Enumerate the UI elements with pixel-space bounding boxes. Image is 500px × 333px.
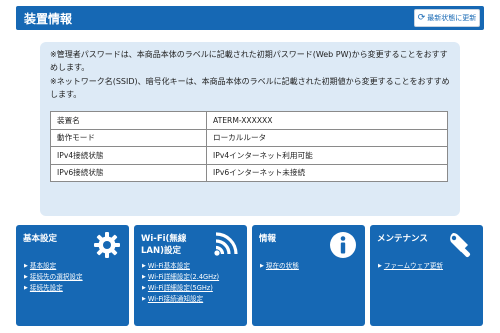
list-item[interactable]: ▶ 接続先の選択設定 [24,272,83,283]
ssid-note: ※ネットワーク名(SSID)、暗号化キーは、本商品本体のラベルに記載された初期値… [50,77,450,99]
list-item[interactable]: ▶ 基本設定 [24,261,83,272]
status-value: ATERM-XXXXXX [206,111,448,130]
info-icon [330,232,356,258]
link-current-status[interactable]: 現在の状態 [266,262,299,270]
list-item[interactable]: ▶ 現在の状態 [260,261,299,272]
wrench-icon [450,232,471,258]
status-table: 装置名 ATERM-XXXXXX 動作モード ローカルルータ IPv4接続状態 … [50,111,448,182]
status-value: IPv6インターネット未接続 [206,163,448,182]
tile-title: 基本設定 [23,234,58,244]
list-item[interactable]: ▶ Wi-Fi接続通知設定 [142,294,219,305]
gear-icon [94,232,120,258]
arrow-right-icon: ▶ [24,263,28,269]
arrow-right-icon: ▶ [142,263,146,269]
status-label: 装置名 [50,111,207,130]
tile-links: ▶ ファームウェア更新 [378,261,443,272]
arrow-right-icon: ▶ [24,274,28,280]
tile-title: 情報 [259,234,277,244]
tile-title: メンテナンス [377,234,428,244]
tile-maintenance: メンテナンス ▶ ファームウェア更新 [370,225,483,326]
info-panel: ※管理者パスワードは、本商品本体のラベルに記載された初期パスワード(Web PW… [40,42,460,216]
arrow-right-icon: ▶ [142,296,146,302]
status-label: IPv6接続状態 [50,163,207,182]
arrow-right-icon: ▶ [260,263,264,269]
refresh-button[interactable]: ⟳ 最新状態に更新 [414,9,480,27]
link-connection-settings[interactable]: 接続先設定 [30,284,63,292]
link-wifi-basic[interactable]: Wi-Fi基本設定 [148,262,190,270]
list-item[interactable]: ▶ Wi-Fi詳細設定(5GHz) [142,283,219,294]
list-item[interactable]: ▶ ファームウェア更新 [378,261,443,272]
link-firmware-update[interactable]: ファームウェア更新 [384,262,443,270]
arrow-right-icon: ▶ [24,285,28,291]
tile-basic-settings: 基本設定 ▶ 基本設定 ▶ 接続先の選択設定 ▶ 接続先設定 [16,225,129,326]
arrow-right-icon: ▶ [142,285,146,291]
link-wifi-24ghz[interactable]: Wi-Fi詳細設定(2.4GHz) [148,273,219,281]
refresh-icon: ⟳ [417,13,426,23]
link-wifi-5ghz[interactable]: Wi-Fi詳細設定(5GHz) [148,284,213,292]
admin-password-note: ※管理者パスワードは、本商品本体のラベルに記載された初期パスワード(Web PW… [50,50,448,72]
link-basic-settings[interactable]: 基本設定 [30,262,56,270]
status-value: ローカルルータ [206,128,448,147]
page-title: 装置情報 [24,12,73,26]
tile-links: ▶ 現在の状態 [260,261,299,272]
refresh-button-label: 最新状態に更新 [427,14,477,22]
page-header: 装置情報 ⟳ 最新状態に更新 [16,6,484,30]
link-connection-select[interactable]: 接続先の選択設定 [30,273,83,281]
tile-links: ▶ 基本設定 ▶ 接続先の選択設定 ▶ 接続先設定 [24,261,83,294]
menu-tiles: 基本設定 ▶ 基本設定 ▶ 接続先の選択設定 ▶ 接続先設定 Wi-Fi(無線LAN)… [16,225,484,326]
tile-wifi-settings: Wi-Fi(無線LAN)設定 ▶ Wi-Fi基本設定 ▶ Wi-Fi詳細設定(2.4… [134,225,247,326]
list-item[interactable]: ▶ 接続先設定 [24,283,83,294]
arrow-right-icon: ▶ [142,274,146,280]
status-label: IPv4接続状態 [50,146,207,165]
table-row: IPv4接続状態 IPv4インターネット利用可能 [50,146,448,165]
tile-information: 情報 ▶ 現在の状態 [252,225,365,326]
list-item[interactable]: ▶ Wi-Fi詳細設定(2.4GHz) [142,272,219,283]
status-label: 動作モード [50,128,207,147]
wifi-icon [214,232,238,256]
table-row: 装置名 ATERM-XXXXXX [50,111,448,130]
tile-title: Wi-Fi(無線LAN)設定 [141,234,187,256]
arrow-right-icon: ▶ [378,263,382,269]
list-item[interactable]: ▶ Wi-Fi基本設定 [142,261,219,272]
table-row: 動作モード ローカルルータ [50,128,448,147]
tile-links: ▶ Wi-Fi基本設定 ▶ Wi-Fi詳細設定(2.4GHz) ▶ Wi-Fi詳細設定… [142,261,219,305]
table-row: IPv6接続状態 IPv6インターネット未接続 [50,163,448,182]
link-wifi-notify[interactable]: Wi-Fi接続通知設定 [148,295,203,303]
status-value: IPv4インターネット利用可能 [206,146,448,165]
